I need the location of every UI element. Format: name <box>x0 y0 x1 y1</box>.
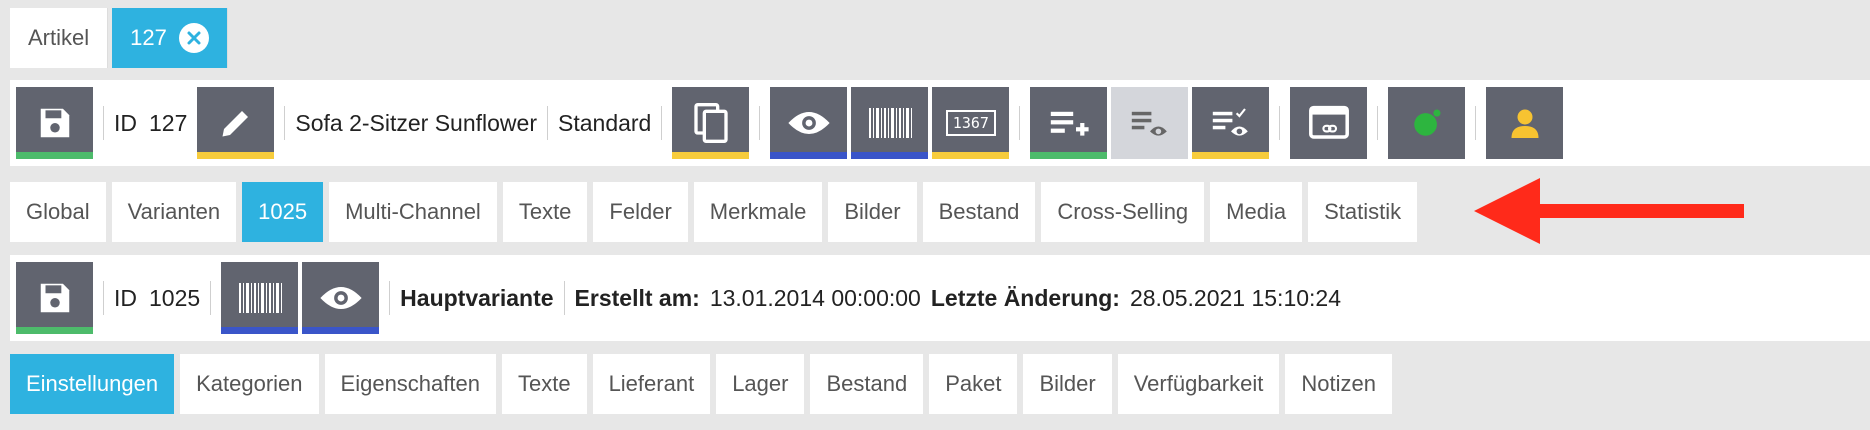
tab-label: Lager <box>732 371 789 396</box>
variant-id-label: ID <box>114 284 137 311</box>
tab-label: 1025 <box>258 199 308 224</box>
green-blob-button[interactable] <box>1388 87 1466 159</box>
tab-label: Merkmale <box>709 199 807 224</box>
tab-label: Varianten <box>127 199 221 224</box>
variant-tab-bar: Einstellungen Kategorien Eigenschaften T… <box>10 354 1392 414</box>
tab-label: Statistik <box>1324 199 1402 224</box>
preview-button[interactable] <box>770 87 848 159</box>
tab-varianten[interactable]: Varianten <box>111 182 237 242</box>
number-tag-value: 1367 <box>952 114 989 132</box>
tab-multi-channel[interactable]: Multi-Channel <box>329 182 497 242</box>
created-value: 13.01.2014 00:00:00 <box>709 284 921 311</box>
tab-kategorien[interactable]: Kategorien <box>180 354 319 414</box>
copy-button[interactable] <box>672 87 750 159</box>
tab-eigenschaften[interactable]: Eigenschaften <box>324 354 496 414</box>
item-toolbar: ID 127 Sofa 2-Sitzer Sunflower Standard … <box>10 80 1870 166</box>
barcode-icon <box>238 283 282 313</box>
tab-global[interactable]: Global <box>10 182 106 242</box>
tab-lager[interactable]: Lager <box>716 354 805 414</box>
list-view-button[interactable] <box>1111 87 1189 159</box>
variant-save-button[interactable] <box>16 262 93 334</box>
tab-label: Texte <box>517 371 571 396</box>
list-check-view-icon <box>1212 108 1248 136</box>
tab-variant-texte[interactable]: Texte <box>501 354 587 414</box>
item-id-label: ID <box>114 109 137 136</box>
tab-variant-bestand[interactable]: Bestand <box>810 354 924 414</box>
pencil-icon <box>222 111 248 137</box>
tab-bilder[interactable]: Bilder <box>828 182 917 242</box>
eye-icon <box>320 287 362 309</box>
item-id-value: 127 <box>149 109 188 136</box>
tab-label: Bestand <box>938 199 1020 224</box>
tab-verfuegbarkeit[interactable]: Verfügbarkeit <box>1117 354 1280 414</box>
tab-label: Texte <box>518 199 572 224</box>
tab-artikel[interactable]: Artikel <box>10 8 109 68</box>
tab-label: Artikel <box>28 25 90 50</box>
edit-button[interactable] <box>197 87 275 159</box>
barcode-icon <box>868 108 912 138</box>
tab-label: Cross-Selling <box>1057 199 1189 224</box>
tab-label: Notizen <box>1301 371 1376 396</box>
tab-texte[interactable]: Texte <box>502 182 588 242</box>
tab-statistik[interactable]: Statistik <box>1308 182 1418 242</box>
tab-label: Einstellungen <box>26 371 159 396</box>
tab-media[interactable]: Media <box>1210 182 1303 242</box>
tab-label: Bilder <box>844 199 901 224</box>
top-tab-bar: Artikel 127 <box>10 8 228 68</box>
copy-icon <box>694 103 728 143</box>
tab-lieferant[interactable]: Lieferant <box>592 354 711 414</box>
tab-label: Global <box>26 199 90 224</box>
barcode-button[interactable] <box>851 87 929 159</box>
tab-felder[interactable]: Felder <box>593 182 688 242</box>
tab-label: Lieferant <box>608 371 695 396</box>
annotation-arrow-icon <box>1474 178 1744 244</box>
variant-id-value: 1025 <box>149 284 201 311</box>
item-type: Standard <box>558 109 652 136</box>
tab-cross-selling[interactable]: Cross-Selling <box>1041 182 1205 242</box>
tab-label: Media <box>1226 199 1287 224</box>
section-tab-bar: Global Varianten 1025 Multi-Channel Text… <box>10 182 1418 242</box>
tab-label: Verfügbarkeit <box>1133 371 1264 396</box>
list-add-icon <box>1050 111 1089 136</box>
item-name: Sofa 2-Sitzer Sunflower <box>295 109 537 136</box>
tab-paket[interactable]: Paket <box>929 354 1018 414</box>
variant-preview-button[interactable] <box>302 262 380 334</box>
tab-notizen[interactable]: Notizen <box>1285 354 1392 414</box>
variant-barcode-button[interactable] <box>221 262 299 334</box>
created-label: Erstellt am: <box>574 284 700 311</box>
close-icon[interactable] <box>178 23 209 53</box>
green-blob-icon <box>1414 109 1441 136</box>
tab-label: Kategorien <box>196 371 303 396</box>
list-view-icon <box>1131 111 1167 136</box>
open-in-window-button[interactable] <box>1290 87 1368 159</box>
changed-value: 28.05.2021 15:10:24 <box>1129 284 1342 311</box>
save-button[interactable] <box>16 87 93 159</box>
tab-label: 127 <box>130 25 167 50</box>
variant-type: Hauptvariante <box>400 284 554 311</box>
window-link-icon <box>1308 105 1349 139</box>
tab-bestand[interactable]: Bestand <box>922 182 1036 242</box>
tab-label: Multi-Channel <box>345 199 481 224</box>
changed-label: Letzte Änderung: <box>930 284 1120 311</box>
tab-article-127[interactable]: 127 <box>112 8 228 68</box>
tab-label: Bilder <box>1039 371 1096 396</box>
user-button[interactable] <box>1486 87 1564 159</box>
number-tag-icon: 1367 <box>945 110 996 136</box>
tab-label: Bestand <box>826 371 908 396</box>
eye-icon <box>788 112 830 134</box>
save-icon <box>40 283 69 313</box>
tab-label: Eigenschaften <box>340 371 480 396</box>
save-icon <box>40 108 69 138</box>
tab-variant-bilder[interactable]: Bilder <box>1023 354 1112 414</box>
tab-einstellungen[interactable]: Einstellungen <box>10 354 175 414</box>
tab-label: Paket <box>945 371 1002 396</box>
number-tag-button[interactable]: 1367 <box>932 87 1010 159</box>
tab-variant-1025[interactable]: 1025 <box>242 182 324 242</box>
tab-label: Felder <box>609 199 672 224</box>
tab-merkmale[interactable]: Merkmale <box>693 182 823 242</box>
add-to-list-button[interactable] <box>1030 87 1108 159</box>
user-icon <box>1511 109 1539 138</box>
list-check-view-button[interactable] <box>1192 87 1270 159</box>
variant-toolbar: ID 1025 Hauptvariante Erstellt am: 13.01… <box>10 255 1870 341</box>
